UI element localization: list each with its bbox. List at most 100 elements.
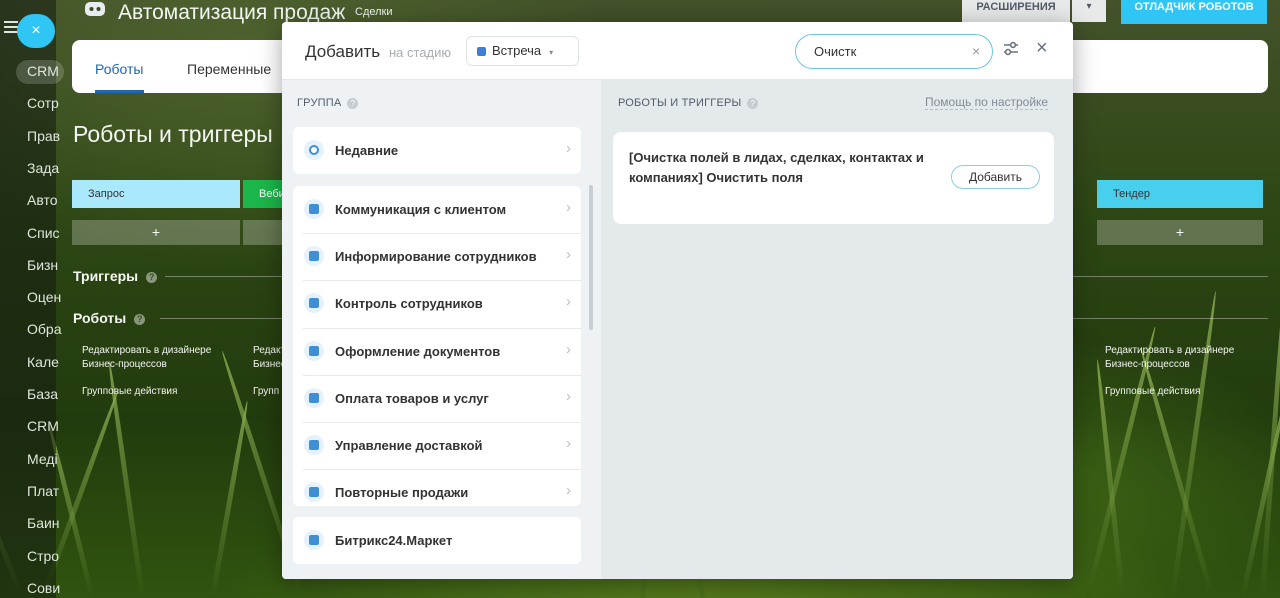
help-icon[interactable]: ? <box>146 272 158 283</box>
dialog-title: Добавить <box>305 42 381 61</box>
group-item-label: Управление доставкой <box>335 438 483 453</box>
group-actions-link[interactable]: Групповые действия <box>1105 385 1200 399</box>
filter-settings-icon[interactable] <box>1002 40 1020 58</box>
divider <box>1073 318 1268 319</box>
page-subtitle: Сделки <box>355 6 393 18</box>
extensions-button[interactable]: РАСШИРЕНИЯ <box>962 0 1070 22</box>
stage-request: Запрос <box>72 180 240 208</box>
sidebar-item[interactable]: База <box>27 386 58 402</box>
close-icon[interactable]: × <box>1036 37 1048 60</box>
sidebar-item[interactable]: Спис <box>27 225 60 241</box>
robots-label: Роботы <box>73 310 127 326</box>
robot-debugger-button[interactable]: ОТЛАДЧИК РОБОТОВ <box>1121 0 1267 24</box>
sidebar-item[interactable]: Стро <box>27 548 59 564</box>
robots-heading: Роботы? <box>73 310 146 326</box>
tab-robots[interactable]: Роботы <box>95 61 143 77</box>
robot-title: [Очистка полей в лидах, сделках, контакт… <box>629 150 924 185</box>
divider <box>160 318 285 319</box>
group-actions-link[interactable]: Групповые действия <box>82 385 177 399</box>
menu-close-icon[interactable]: × <box>17 14 55 48</box>
sidebar-item[interactable]: Кале <box>27 354 59 370</box>
triggers-heading: Триггеры? <box>73 268 158 284</box>
chat-icon <box>304 199 324 219</box>
group-item-label: Коммуникация с клиентом <box>335 202 507 217</box>
extensions-dropdown-icon[interactable]: ▾ <box>1072 0 1106 22</box>
tab-active-underline <box>95 90 144 93</box>
stage-add-robot-button[interactable]: + <box>1097 220 1263 245</box>
edit-in-designer-link[interactable]: Редактировать в дизайнере Бизнес-процесс… <box>1105 344 1245 372</box>
search-input[interactable] <box>814 44 964 59</box>
tab-variables[interactable]: Переменные <box>187 61 271 77</box>
robots-column-header: РОБОТЫ И ТРИГГЕРЫ? <box>618 97 759 109</box>
sidebar-item[interactable]: Баин <box>27 515 60 531</box>
robot-icon <box>85 2 105 16</box>
group-item-label: Оплата товаров и услуг <box>335 390 489 406</box>
triggers-label: Триггеры <box>73 268 139 284</box>
help-icon[interactable]: ? <box>134 314 146 325</box>
truck-icon <box>304 435 324 455</box>
group-item[interactable]: Коммуникация с клиентом › <box>293 186 581 233</box>
search-field[interactable]: × <box>795 34 993 69</box>
robots-header-label: РОБОТЫ И ТРИГГЕРЫ <box>618 97 742 109</box>
group-item[interactable]: Оплата товаров и услуг › <box>293 375 581 422</box>
stage-add-robot-button[interactable] <box>243 220 283 245</box>
setup-help-link[interactable]: Помощь по настройке <box>925 95 1049 110</box>
sidebar-item[interactable]: Оцен <box>27 289 61 305</box>
clock-icon <box>304 140 324 160</box>
groups-scrollbar[interactable] <box>589 185 593 330</box>
group-item-market[interactable]: Битрикс24.Маркет <box>293 517 581 564</box>
edit-in-designer-link[interactable]: Редакт Бизнес <box>253 344 283 372</box>
chevron-right-icon: › <box>566 140 571 157</box>
chevron-right-icon: › <box>566 387 571 405</box>
help-icon[interactable]: ? <box>347 98 359 109</box>
sidebar-item[interactable]: Зада <box>27 160 59 176</box>
groups-card: Коммуникация с клиентом › Информирование с… <box>293 186 581 506</box>
wallet-icon <box>304 387 324 408</box>
sidebar-item[interactable]: Сови <box>27 580 60 596</box>
chevron-right-icon: › <box>566 293 571 311</box>
chevron-right-icon: › <box>566 435 571 452</box>
group-item[interactable]: Информирование сотрудников › <box>293 233 581 280</box>
help-icon[interactable]: ? <box>747 98 759 109</box>
sidebar-item[interactable]: CRM <box>27 418 59 434</box>
clear-search-icon[interactable]: × <box>972 43 980 59</box>
divider <box>1073 276 1268 277</box>
group-column-header: ГРУППА? <box>297 97 359 109</box>
group-item-recent[interactable]: Недавние › <box>293 127 581 174</box>
group-item[interactable]: Контроль сотрудников › <box>293 280 581 327</box>
stage-select-value: Встреча <box>492 43 542 58</box>
market-icon <box>304 530 324 550</box>
group-item-label: Информирование сотрудников <box>335 249 537 265</box>
stage-color-icon <box>477 47 486 56</box>
group-item[interactable]: Повторные продажи › <box>293 469 581 516</box>
stage-tender: Тендер <box>1097 180 1263 208</box>
sidebar-item[interactable]: Авто <box>27 192 58 208</box>
group-actions-link[interactable]: Групп <box>253 385 283 399</box>
chevron-right-icon: › <box>566 482 571 500</box>
sidebar-item[interactable]: Сотр <box>27 95 59 111</box>
menu-burger-icon[interactable] <box>4 21 18 36</box>
stage-select[interactable]: Встреча ▾ <box>466 36 579 66</box>
sidebar-item[interactable]: Обра <box>27 321 61 337</box>
chevron-right-icon: › <box>566 199 571 216</box>
group-item-label: Битрикс24.Маркет <box>335 533 453 548</box>
group-item[interactable]: Оформление документов › <box>293 328 581 375</box>
people-icon <box>304 293 324 314</box>
section-title: Роботы и триггеры <box>73 121 273 147</box>
group-item-label: Оформление документов <box>335 343 501 359</box>
edit-in-designer-link[interactable]: Редактировать в дизайнере Бизнес-процесс… <box>82 344 222 372</box>
sidebar-item[interactable]: Плат <box>27 483 59 499</box>
sidebar-item[interactable]: Меді <box>27 451 58 467</box>
left-menu: CRM Сотр Прав Зада Авто Спис Бизн Оцен Обра Кале Б… <box>0 0 64 598</box>
group-item[interactable]: Управление доставкой › <box>293 422 581 469</box>
add-robot-dialog: Добавить на стадию Встреча▾ × × ГРУППА? … <box>282 22 1073 579</box>
stage-add-robot-button[interactable]: + <box>72 220 240 245</box>
group-item-label: Недавние <box>335 143 399 158</box>
document-icon <box>304 340 324 361</box>
add-robot-button[interactable]: Добавить <box>951 165 1040 189</box>
info-icon <box>304 246 324 267</box>
sidebar-item[interactable]: CRM <box>27 63 59 79</box>
group-item-label: Контроль сотрудников <box>335 296 483 312</box>
sidebar-item[interactable]: Бизн <box>27 257 58 273</box>
sidebar-item[interactable]: Прав <box>27 128 60 144</box>
